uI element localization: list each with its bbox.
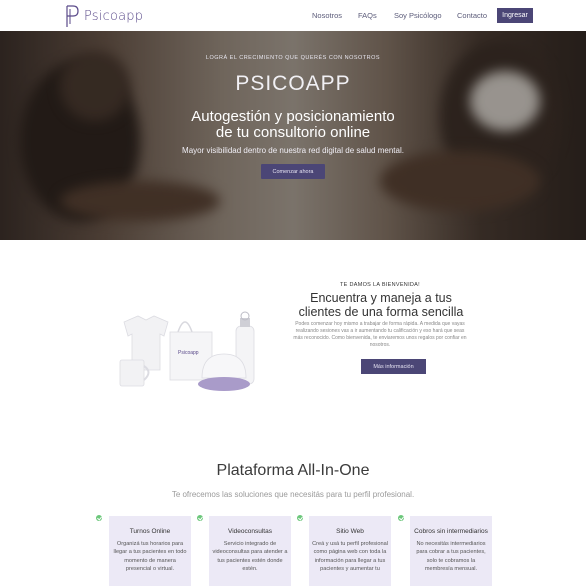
- hero-banner: LOGRÁ EL CRECIMIENTO QUE QUERÉS CON NOSO…: [0, 31, 586, 240]
- psicoapp-logo-icon: [66, 4, 79, 27]
- tote-handle: [177, 321, 193, 333]
- welcome-title-line-1: Encuentra y maneja a tus: [310, 291, 452, 305]
- feature-card-videoconsultas: Videoconsultas Servicio integrado de vid…: [209, 516, 291, 586]
- check-icon: [197, 515, 203, 521]
- feature-card-text: Servicio integrado de videoconsultas par…: [212, 541, 288, 572]
- feature-card-text: Creá y usá tu perfil profesional como pá…: [312, 541, 388, 572]
- start-now-button[interactable]: Comenzar ahora: [261, 164, 325, 179]
- hero-subtitle: Autogestión y posicionamiento de tu cons…: [0, 109, 586, 141]
- merch-gift-image: Psicoapp: [119, 311, 255, 391]
- cap-brim: [198, 377, 250, 391]
- tote-brand-text: Psicoapp: [178, 350, 199, 356]
- nav-link-contacto[interactable]: Contacto: [457, 11, 487, 20]
- check-icon: [297, 515, 303, 521]
- feature-card-title: Turnos Online: [129, 528, 171, 535]
- platform-subtitle: Te ofrecemos las soluciones que necesitá…: [171, 490, 415, 499]
- feature-card-cobros: Cobros sin intermediarios No necesitás i…: [410, 516, 492, 586]
- hero-subtitle-line-2: de tu consultorio online: [215, 124, 371, 141]
- feature-card-title: Videoconsultas: [228, 528, 272, 535]
- more-info-button[interactable]: Más información: [361, 359, 426, 374]
- check-icon: [398, 515, 404, 521]
- feature-card-turnos: Turnos Online Organizá tus horarios para…: [109, 516, 191, 586]
- hero-eyebrow: LOGRÁ EL CRECIMIENTO QUE QUERÉS CON NOSO…: [205, 55, 381, 61]
- feature-card-sitio-web: Sitio Web Creá y usá tu perfil profesion…: [309, 516, 391, 586]
- feature-card-text: Organizá tus horarios para llegar a tus …: [113, 541, 187, 572]
- hero-tagline: Mayor visibilidad dentro de nuestra red …: [182, 146, 404, 155]
- feature-card-title: Sitio Web: [336, 528, 364, 535]
- check-icon: [96, 515, 102, 521]
- feature-card-text: No necesitás intermediarios para cobrar …: [416, 541, 486, 572]
- brand-name: Psicoapp: [84, 8, 144, 24]
- welcome-eyebrow: TE DAMOS LA BIENVENIDA!: [340, 282, 420, 288]
- nav-link-soy-psicologo[interactable]: Soy Psicólogo: [394, 11, 442, 20]
- brand-logo[interactable]: Psicoapp: [64, 4, 144, 27]
- nav-link-nosotros[interactable]: Nosotros: [312, 11, 342, 20]
- nav-link-faqs[interactable]: FAQs: [358, 11, 377, 20]
- login-button[interactable]: Ingresar: [497, 8, 533, 23]
- welcome-body: Podes comenzar hoy mismo a trabajar de f…: [293, 321, 467, 348]
- hero-title: PSICOAPP: [235, 72, 351, 95]
- bottle-cap: [240, 318, 250, 327]
- platform-title: Plataforma All-In-One: [216, 462, 370, 479]
- top-navbar: Psicoapp Nosotros FAQs Soy Psicólogo Con…: [0, 0, 586, 31]
- feature-card-title: Cobros sin intermediarios: [414, 528, 488, 535]
- mug-icon: [119, 359, 145, 387]
- welcome-title-line-2: clientes de una forma sencilla: [298, 305, 464, 319]
- hero-subtitle-line-1: Autogestión y posicionamiento: [191, 108, 395, 125]
- welcome-title: Encuentra y maneja a tus clientes de una…: [296, 291, 466, 319]
